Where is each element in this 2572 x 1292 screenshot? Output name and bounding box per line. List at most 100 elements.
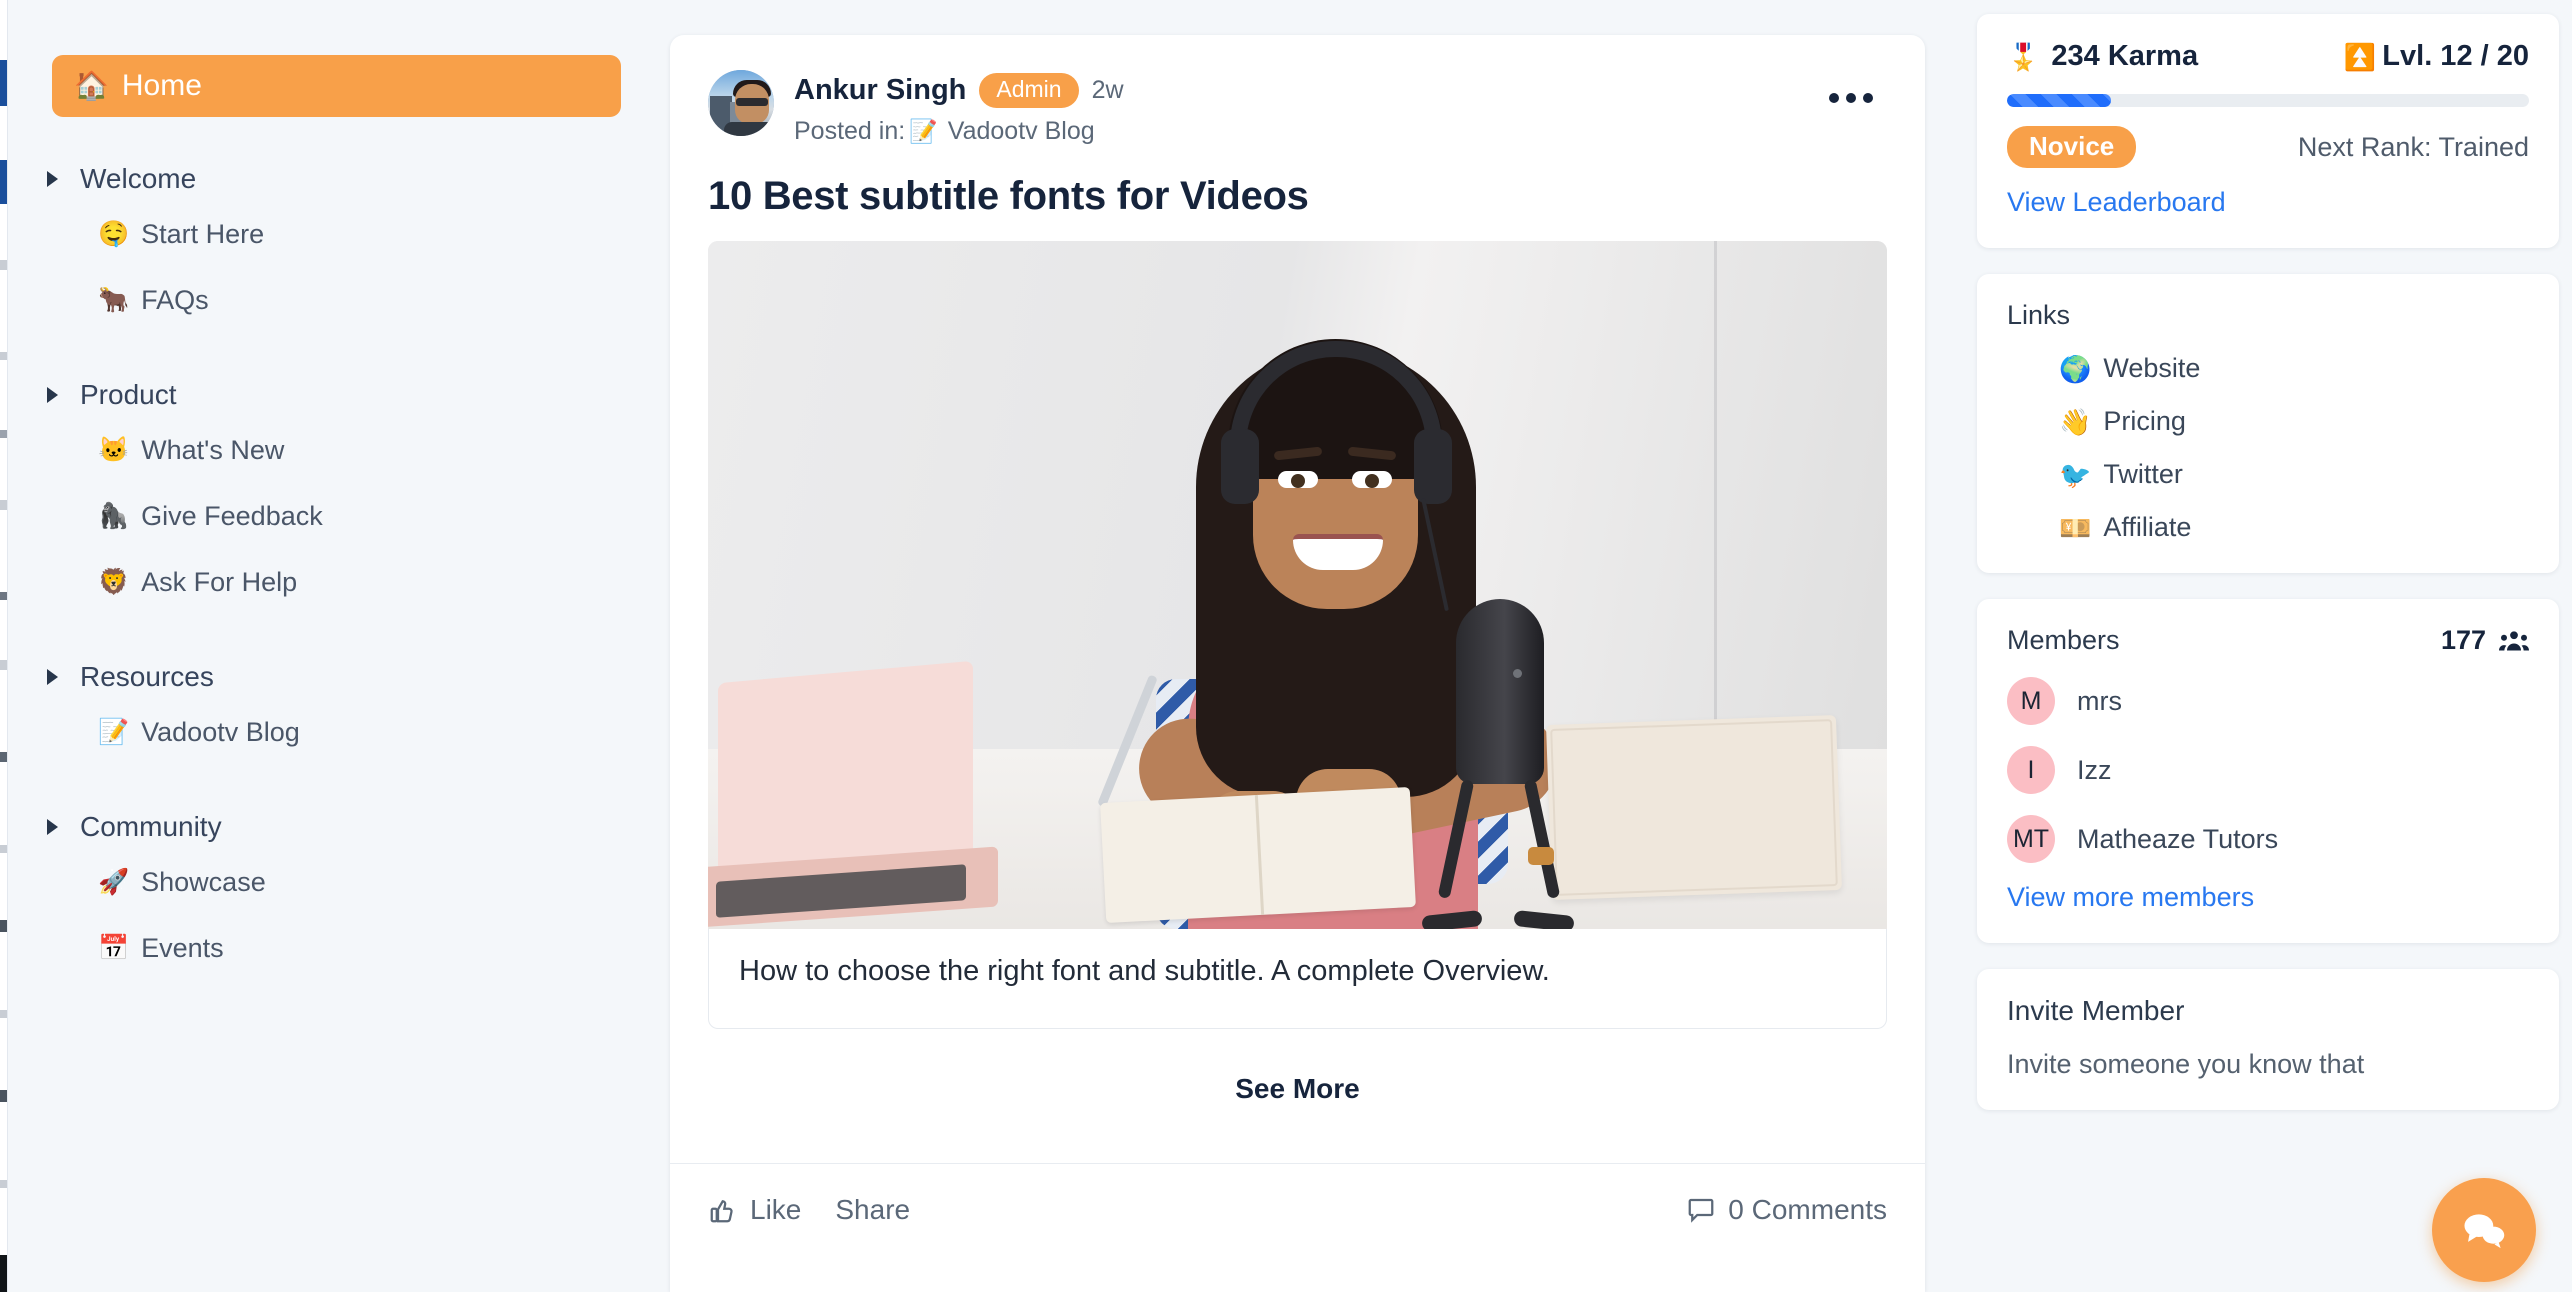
sidebar-group-product: Product 🐱 What's New 🦍 Give Feedback 🦁 A… xyxy=(9,373,664,615)
chat-bubbles-icon xyxy=(2464,1214,2505,1249)
sidebar-item-whats-new-label: What's New xyxy=(141,434,285,465)
post-more-options-icon[interactable] xyxy=(1829,93,1873,103)
member-row[interactable]: M mrs xyxy=(2007,677,2529,725)
admin-badge: Admin xyxy=(979,73,1079,108)
invite-member-subtitle: Invite someone you know that xyxy=(2007,1049,2365,1079)
comments-label: 0 Comments xyxy=(1728,1194,1887,1225)
sidebar-item-home[interactable]: 🏠 Home xyxy=(52,55,621,117)
view-leaderboard-link[interactable]: View Leaderboard xyxy=(2007,187,2529,218)
globe-icon: 🌍 xyxy=(2059,353,2092,384)
calendar-icon: 📅 xyxy=(98,933,130,962)
link-item-affiliate[interactable]: 💴 Affiliate xyxy=(2007,512,2529,543)
sidebar-item-events[interactable]: 📅 Events xyxy=(9,915,664,981)
view-more-members-link[interactable]: View more members xyxy=(2007,882,2529,913)
link-item-website[interactable]: 🌍 Website xyxy=(2007,353,2529,384)
sidebar-item-start-here-label: Start Here xyxy=(141,218,265,249)
member-row[interactable]: I Izz xyxy=(2007,746,2529,794)
gorilla-icon: 🦍 xyxy=(98,501,130,530)
lion-icon: 🦁 xyxy=(98,567,130,596)
sidebar-item-ask-for-help[interactable]: 🦁 Ask For Help xyxy=(9,549,664,615)
sidebar-group-resources-label: Resources xyxy=(80,661,214,692)
right-sidebar: 🎖️ 234 Karma ⏫ Lvl. 12 / 20 Novice Next … xyxy=(1977,14,2559,1136)
avatar: M xyxy=(2007,677,2055,725)
sidebar-item-events-label: Events xyxy=(141,932,224,963)
sidebar-group-welcome-header[interactable]: Welcome xyxy=(9,157,664,201)
link-item-twitter[interactable]: 🐦 Twitter xyxy=(2007,459,2529,490)
post-image[interactable] xyxy=(708,241,1887,929)
link-item-affiliate-label: Affiliate xyxy=(2103,512,2192,542)
chat-fab-button[interactable] xyxy=(2432,1178,2536,1282)
rocket-icon: 🚀 xyxy=(98,867,130,896)
comment-bubble-icon xyxy=(1688,1198,1714,1223)
see-more-button[interactable]: See More xyxy=(670,1029,1925,1163)
sidebar-item-showcase[interactable]: 🚀 Showcase xyxy=(9,849,664,915)
post-author-name[interactable]: Ankur Singh xyxy=(794,74,966,107)
sidebar-group-resources: Resources 📝 Vadootv Blog xyxy=(9,655,664,765)
sidebar-group-welcome-label: Welcome xyxy=(80,163,197,194)
sidebar-group-product-header[interactable]: Product xyxy=(9,373,664,417)
sidebar-group-product-label: Product xyxy=(80,379,177,410)
link-item-pricing[interactable]: 👋 Pricing xyxy=(2007,406,2529,437)
sidebar-item-start-here[interactable]: 🤤 Start Here xyxy=(9,201,664,267)
left-cutoff-strip xyxy=(0,0,8,1292)
member-row[interactable]: MT Matheaze Tutors xyxy=(2007,815,2529,863)
member-name: Matheaze Tutors xyxy=(2077,823,2279,854)
sidebar-item-vadootv-blog[interactable]: 📝 Vadootv Blog xyxy=(9,699,664,765)
members-title: Members xyxy=(2007,625,2120,655)
members-card: Members 177 M mrs I Izz MT Matheaze Tuto… xyxy=(1977,599,2559,943)
like-button[interactable]: Like xyxy=(708,1194,801,1226)
karma-points: 234 Karma xyxy=(2051,40,2199,72)
sidebar-group-resources-header[interactable]: Resources xyxy=(9,655,664,699)
share-button[interactable]: Share xyxy=(835,1194,910,1226)
sidebar-group-community-header[interactable]: Community xyxy=(9,805,664,849)
memo-icon: 📝 xyxy=(98,717,130,746)
left-sidebar: 🏠 Home Welcome 🤤 Start Here 🐂 FAQs Produ… xyxy=(9,0,664,1292)
sidebar-group-welcome: Welcome 🤤 Start Here 🐂 FAQs xyxy=(9,157,664,333)
sidebar-item-faqs[interactable]: 🐂 FAQs xyxy=(9,267,664,333)
links-title: Links xyxy=(2007,300,2071,330)
sidebar-item-whats-new[interactable]: 🐱 What's New xyxy=(9,417,664,483)
chevron-right-icon xyxy=(47,669,58,685)
sidebar-group-community-label: Community xyxy=(80,811,222,842)
post-excerpt: How to choose the right font and subtitl… xyxy=(739,955,1550,987)
author-avatar[interactable] xyxy=(708,70,774,136)
chevron-right-icon xyxy=(47,171,58,187)
members-count: 177 xyxy=(2440,625,2486,655)
invite-member-title: Invite Member xyxy=(2007,995,2185,1026)
waving-hand-icon: 👋 xyxy=(2059,406,2092,437)
posted-in-prefix: Posted in: xyxy=(794,117,906,145)
community-app-window: 🏠 Home Welcome 🤤 Start Here 🐂 FAQs Produ… xyxy=(0,0,2572,1292)
memo-icon: 📝 xyxy=(909,118,938,144)
home-icon: 🏠 xyxy=(74,70,109,101)
comments-button[interactable]: 0 Comments xyxy=(1686,1194,1887,1226)
post-title: 10 Best subtitle fonts for Videos xyxy=(708,174,1309,218)
thumbs-up-icon xyxy=(710,1200,733,1223)
avatar: I xyxy=(2007,746,2055,794)
sidebar-item-vadootv-blog-label: Vadootv Blog xyxy=(141,716,300,747)
post-author-meta: Ankur Singh Admin 2w Posted in: 📝 Vadoot… xyxy=(794,70,1124,146)
next-rank-label: Next Rank: Trained xyxy=(2297,131,2529,162)
rank-badge: Novice xyxy=(2007,126,2137,168)
sidebar-item-ask-for-help-label: Ask For Help xyxy=(141,566,298,597)
posted-in-space xyxy=(941,117,948,146)
member-name: mrs xyxy=(2077,685,2122,716)
level-up-chevrons-icon: ⏫ xyxy=(2343,41,2377,72)
bird-icon: 🐦 xyxy=(2059,459,2092,490)
posted-in-channel[interactable]: Vadootv Blog xyxy=(948,117,1095,146)
cat-face-icon: 🐱 xyxy=(98,435,130,464)
post-timestamp: 2w xyxy=(1091,76,1124,104)
sidebar-item-give-feedback[interactable]: 🦍 Give Feedback xyxy=(9,483,664,549)
like-label: Like xyxy=(750,1194,802,1225)
sidebar-item-showcase-label: Showcase xyxy=(141,866,266,897)
karma-progress-fill xyxy=(2007,94,2112,107)
share-label: Share xyxy=(835,1194,911,1225)
karma-progress-bar xyxy=(2007,94,2529,107)
post-excerpt-box: How to choose the right font and subtitl… xyxy=(708,929,1887,1029)
sidebar-item-give-feedback-label: Give Feedback xyxy=(141,500,323,531)
link-item-website-label: Website xyxy=(2103,353,2201,383)
sidebar-item-faqs-label: FAQs xyxy=(141,284,209,315)
links-card: Links 🌍 Website 👋 Pricing 🐦 Twitter 💴 Af… xyxy=(1977,274,2559,573)
link-item-twitter-label: Twitter xyxy=(2103,459,2183,489)
member-name: Izz xyxy=(2077,754,2112,785)
ox-icon: 🐂 xyxy=(98,285,130,314)
